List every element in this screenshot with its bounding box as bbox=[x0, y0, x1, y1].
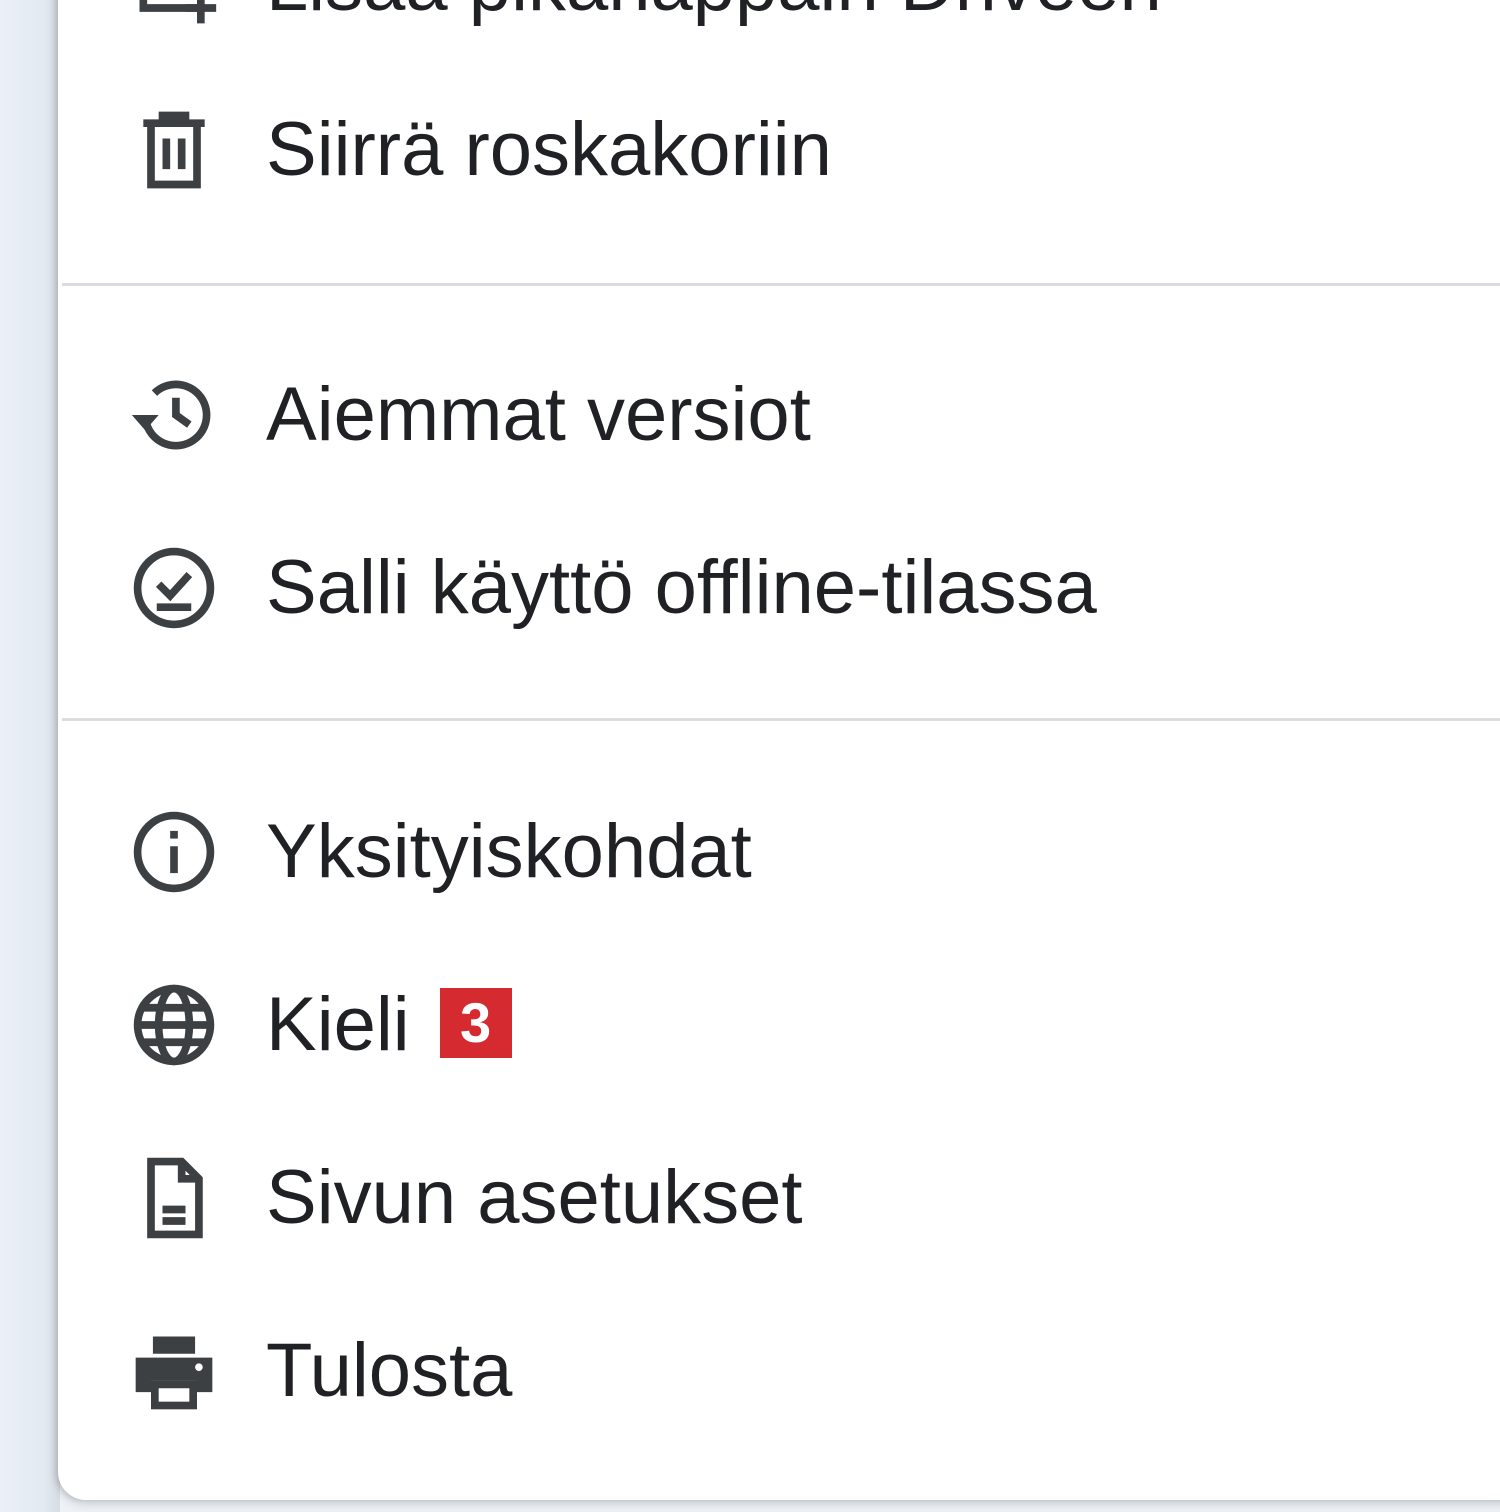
menu-item-print[interactable]: Tulosta bbox=[58, 1316, 1500, 1426]
menu-item-offline-access[interactable]: Salli käyttö offline-tilassa bbox=[58, 533, 1500, 643]
menu-item-label: Tulosta bbox=[266, 1328, 513, 1413]
info-icon bbox=[128, 806, 220, 898]
menu-item-language[interactable]: Kieli 3 bbox=[58, 970, 1500, 1080]
drive-add-shortcut-icon bbox=[128, 0, 220, 31]
history-icon bbox=[128, 369, 220, 461]
trash-icon bbox=[128, 104, 220, 196]
page-background-strip bbox=[0, 0, 60, 1512]
menu-item-version-history[interactable]: Aiemmat versiot bbox=[58, 360, 1500, 470]
menu-item-label: Kieli 3 bbox=[266, 987, 512, 1063]
menu-item-details[interactable]: Yksityiskohdat bbox=[58, 797, 1500, 907]
globe-icon bbox=[128, 979, 220, 1071]
menu-item-label: Lisää pikanäppäin Driveen bbox=[266, 0, 1162, 23]
menu-item-page-setup[interactable]: Sivun asetukset bbox=[58, 1143, 1500, 1253]
menu-divider bbox=[62, 283, 1500, 286]
menu-item-label: Siirrä roskakoriin bbox=[266, 107, 832, 192]
file-menu: Lisää pikanäppäin Driveen Siirrä roskako… bbox=[58, 0, 1500, 1500]
menu-item-label: Sivun asetukset bbox=[266, 1155, 803, 1240]
menu-item-label: Salli käyttö offline-tilassa bbox=[266, 545, 1097, 630]
print-icon bbox=[128, 1325, 220, 1417]
language-label: Kieli bbox=[266, 982, 410, 1067]
document-icon bbox=[128, 1152, 220, 1244]
menu-item-label: Aiemmat versiot bbox=[266, 372, 811, 457]
menu-item-move-to-trash[interactable]: Siirrä roskakoriin bbox=[58, 95, 1500, 205]
menu-item-label: Yksityiskohdat bbox=[266, 809, 752, 894]
menu-divider bbox=[62, 718, 1500, 721]
menu-item-add-shortcut[interactable]: Lisää pikanäppäin Driveen bbox=[58, 0, 1500, 40]
shortcut-badge: 3 bbox=[439, 988, 512, 1058]
offline-check-icon bbox=[128, 542, 220, 634]
